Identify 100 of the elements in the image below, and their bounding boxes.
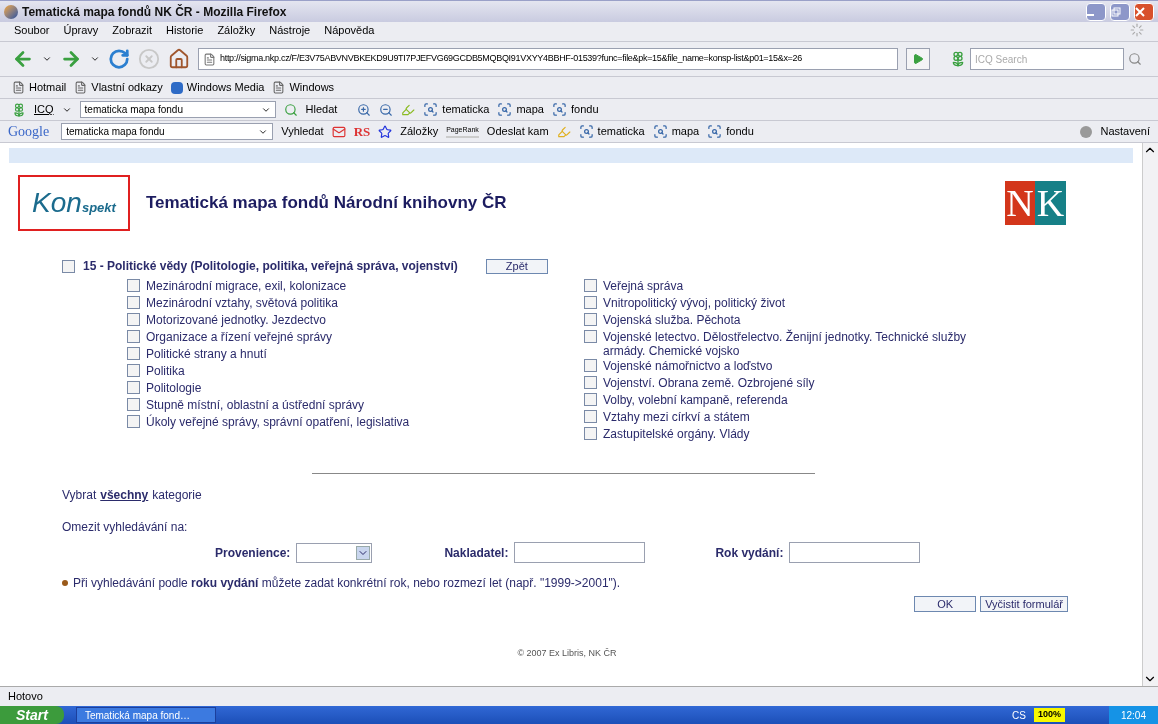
bookmarks-link[interactable]: Záložky xyxy=(400,123,439,140)
restore-button[interactable] xyxy=(1110,2,1130,21)
send-link[interactable]: Odeslat kam xyxy=(486,123,549,140)
search-term-link[interactable]: fondu xyxy=(726,123,754,140)
category-label: Mezinárodní migrace, exil, kolonizace xyxy=(146,279,347,293)
checkbox[interactable] xyxy=(584,410,597,423)
checkbox[interactable] xyxy=(584,359,597,372)
search-field[interactable]: ICQ Search xyxy=(970,48,1124,70)
settings-link[interactable]: Nastavení xyxy=(1100,123,1150,140)
menu-item[interactable]: Soubor xyxy=(14,21,50,39)
toolbar-label[interactable]: ICQ xyxy=(34,101,54,118)
checkbox[interactable] xyxy=(584,427,597,440)
checkbox[interactable] xyxy=(584,330,597,343)
settings-icon[interactable] xyxy=(1080,125,1093,138)
query-field[interactable]: tematicka mapa fondu xyxy=(61,123,274,140)
language-indicator[interactable]: CS xyxy=(1012,707,1026,723)
search-page-icon[interactable] xyxy=(578,124,594,139)
back-icon[interactable] xyxy=(12,48,34,70)
menu-item[interactable]: Historie xyxy=(166,21,204,39)
search-icon[interactable] xyxy=(283,102,298,117)
rs-link[interactable]: RS xyxy=(353,121,371,142)
search-link[interactable]: Hledat xyxy=(305,101,338,118)
field-label: Rok vydání: xyxy=(715,544,784,562)
checkbox[interactable] xyxy=(127,296,140,309)
search-term-link[interactable]: tematicka xyxy=(597,123,645,140)
minimize-icon xyxy=(1087,13,1094,16)
reload-icon[interactable] xyxy=(108,48,130,70)
category-label: Politika xyxy=(146,364,185,378)
category-label: Vztahy mezi církví a státem xyxy=(603,410,750,424)
checkbox[interactable] xyxy=(584,376,597,389)
media-icon xyxy=(170,81,183,94)
start-button[interactable]: Start xyxy=(0,706,64,724)
text-field[interactable] xyxy=(514,542,646,563)
close-button[interactable] xyxy=(1134,2,1154,21)
page-icon xyxy=(272,81,286,94)
caret-icon[interactable] xyxy=(90,54,100,64)
menu-item[interactable]: Záložky xyxy=(217,21,256,39)
checkbox[interactable] xyxy=(127,381,140,394)
category-title: 15 - Politické vědy (Politologie, politika, veřejná správa, vojenství) xyxy=(83,258,458,275)
forward-icon[interactable] xyxy=(60,48,82,70)
bullet-icon xyxy=(62,580,68,586)
zoom-out-icon[interactable] xyxy=(379,102,394,117)
checkbox[interactable] xyxy=(62,259,75,273)
menu-item[interactable]: Zobrazit xyxy=(112,21,153,39)
bookmark-link[interactable]: Windows xyxy=(289,79,335,96)
select-all-link[interactable]: všechny xyxy=(100,486,149,504)
highlighter-icon[interactable] xyxy=(401,102,416,117)
flower-icon[interactable] xyxy=(950,51,966,67)
checkbox[interactable] xyxy=(584,296,597,309)
restore-icon xyxy=(1111,6,1121,17)
konspekt-logo[interactable]: Konspekt xyxy=(18,175,130,231)
minimize-button[interactable] xyxy=(1086,2,1106,21)
google-logo[interactable]: Google xyxy=(8,121,50,142)
scrollbar[interactable] xyxy=(1142,143,1158,686)
checkbox[interactable] xyxy=(127,313,140,326)
search-term-link[interactable]: tematicka xyxy=(442,101,490,118)
taskbar-button[interactable]: Tematická mapa fond… xyxy=(75,707,216,723)
checkbox[interactable] xyxy=(584,279,597,292)
search-term-link[interactable]: mapa xyxy=(516,101,544,118)
checkbox[interactable] xyxy=(127,279,140,292)
search-term-link[interactable]: mapa xyxy=(671,123,700,140)
checkbox[interactable] xyxy=(127,364,140,377)
checkbox[interactable] xyxy=(127,415,140,428)
highlighter-icon[interactable] xyxy=(556,124,571,139)
zoom-in-icon[interactable] xyxy=(357,102,372,117)
limit-label: Omezit vyhledávání na: xyxy=(62,519,189,536)
text-field[interactable] xyxy=(789,542,921,563)
search-term-link[interactable]: fondu xyxy=(570,101,599,118)
back-button[interactable]: Zpět xyxy=(485,258,548,274)
caret-icon[interactable] xyxy=(42,54,52,64)
checkbox[interactable] xyxy=(584,393,597,406)
go-button[interactable] xyxy=(906,48,930,70)
star-icon[interactable] xyxy=(378,124,393,139)
menu-item[interactable]: Úpravy xyxy=(63,21,99,39)
search-page-icon[interactable] xyxy=(551,102,567,117)
clear-button[interactable]: Vyčistit formulář xyxy=(980,596,1068,612)
ok-button[interactable]: OK xyxy=(914,596,977,612)
bookmark-link[interactable]: Vlastní odkazy xyxy=(91,79,163,96)
category-label: Vojenská služba. Pěchota xyxy=(603,313,741,327)
checkbox[interactable] xyxy=(127,347,140,360)
search-page-icon[interactable] xyxy=(423,102,439,117)
menu-item[interactable]: Nápověda xyxy=(324,21,375,39)
mail-icon[interactable] xyxy=(331,124,346,139)
checkbox[interactable] xyxy=(127,398,140,411)
bookmark-link[interactable]: Hotmail xyxy=(29,79,67,96)
search-page-icon[interactable] xyxy=(497,102,513,117)
address-field[interactable]: http://sigma.nkp.cz/F/E3V75ABVNVBKEKD9U9TI7PJEFVG69GCDB5MQBQI91VXYY4BBHF-01539?func=file&pk=15&file_name=konsp-list&p01=15&x=26 xyxy=(198,48,898,70)
search-page-icon[interactable] xyxy=(652,124,668,139)
search-icon[interactable] xyxy=(1128,52,1142,66)
search-link[interactable]: Vyhledat xyxy=(281,123,324,140)
checkbox[interactable] xyxy=(127,330,140,343)
search-page-icon[interactable] xyxy=(707,124,723,139)
category-label: Politické strany a hnutí xyxy=(146,347,267,361)
provenience-select[interactable] xyxy=(296,542,373,563)
select-all-text: Vybrat xyxy=(62,487,97,504)
query-field[interactable]: tematicka mapa fondu xyxy=(79,101,276,118)
bookmark-link[interactable]: Windows Media xyxy=(186,79,265,96)
checkbox[interactable] xyxy=(584,313,597,326)
menu-item[interactable]: Nástroje xyxy=(269,21,311,39)
home-icon[interactable] xyxy=(168,48,190,70)
